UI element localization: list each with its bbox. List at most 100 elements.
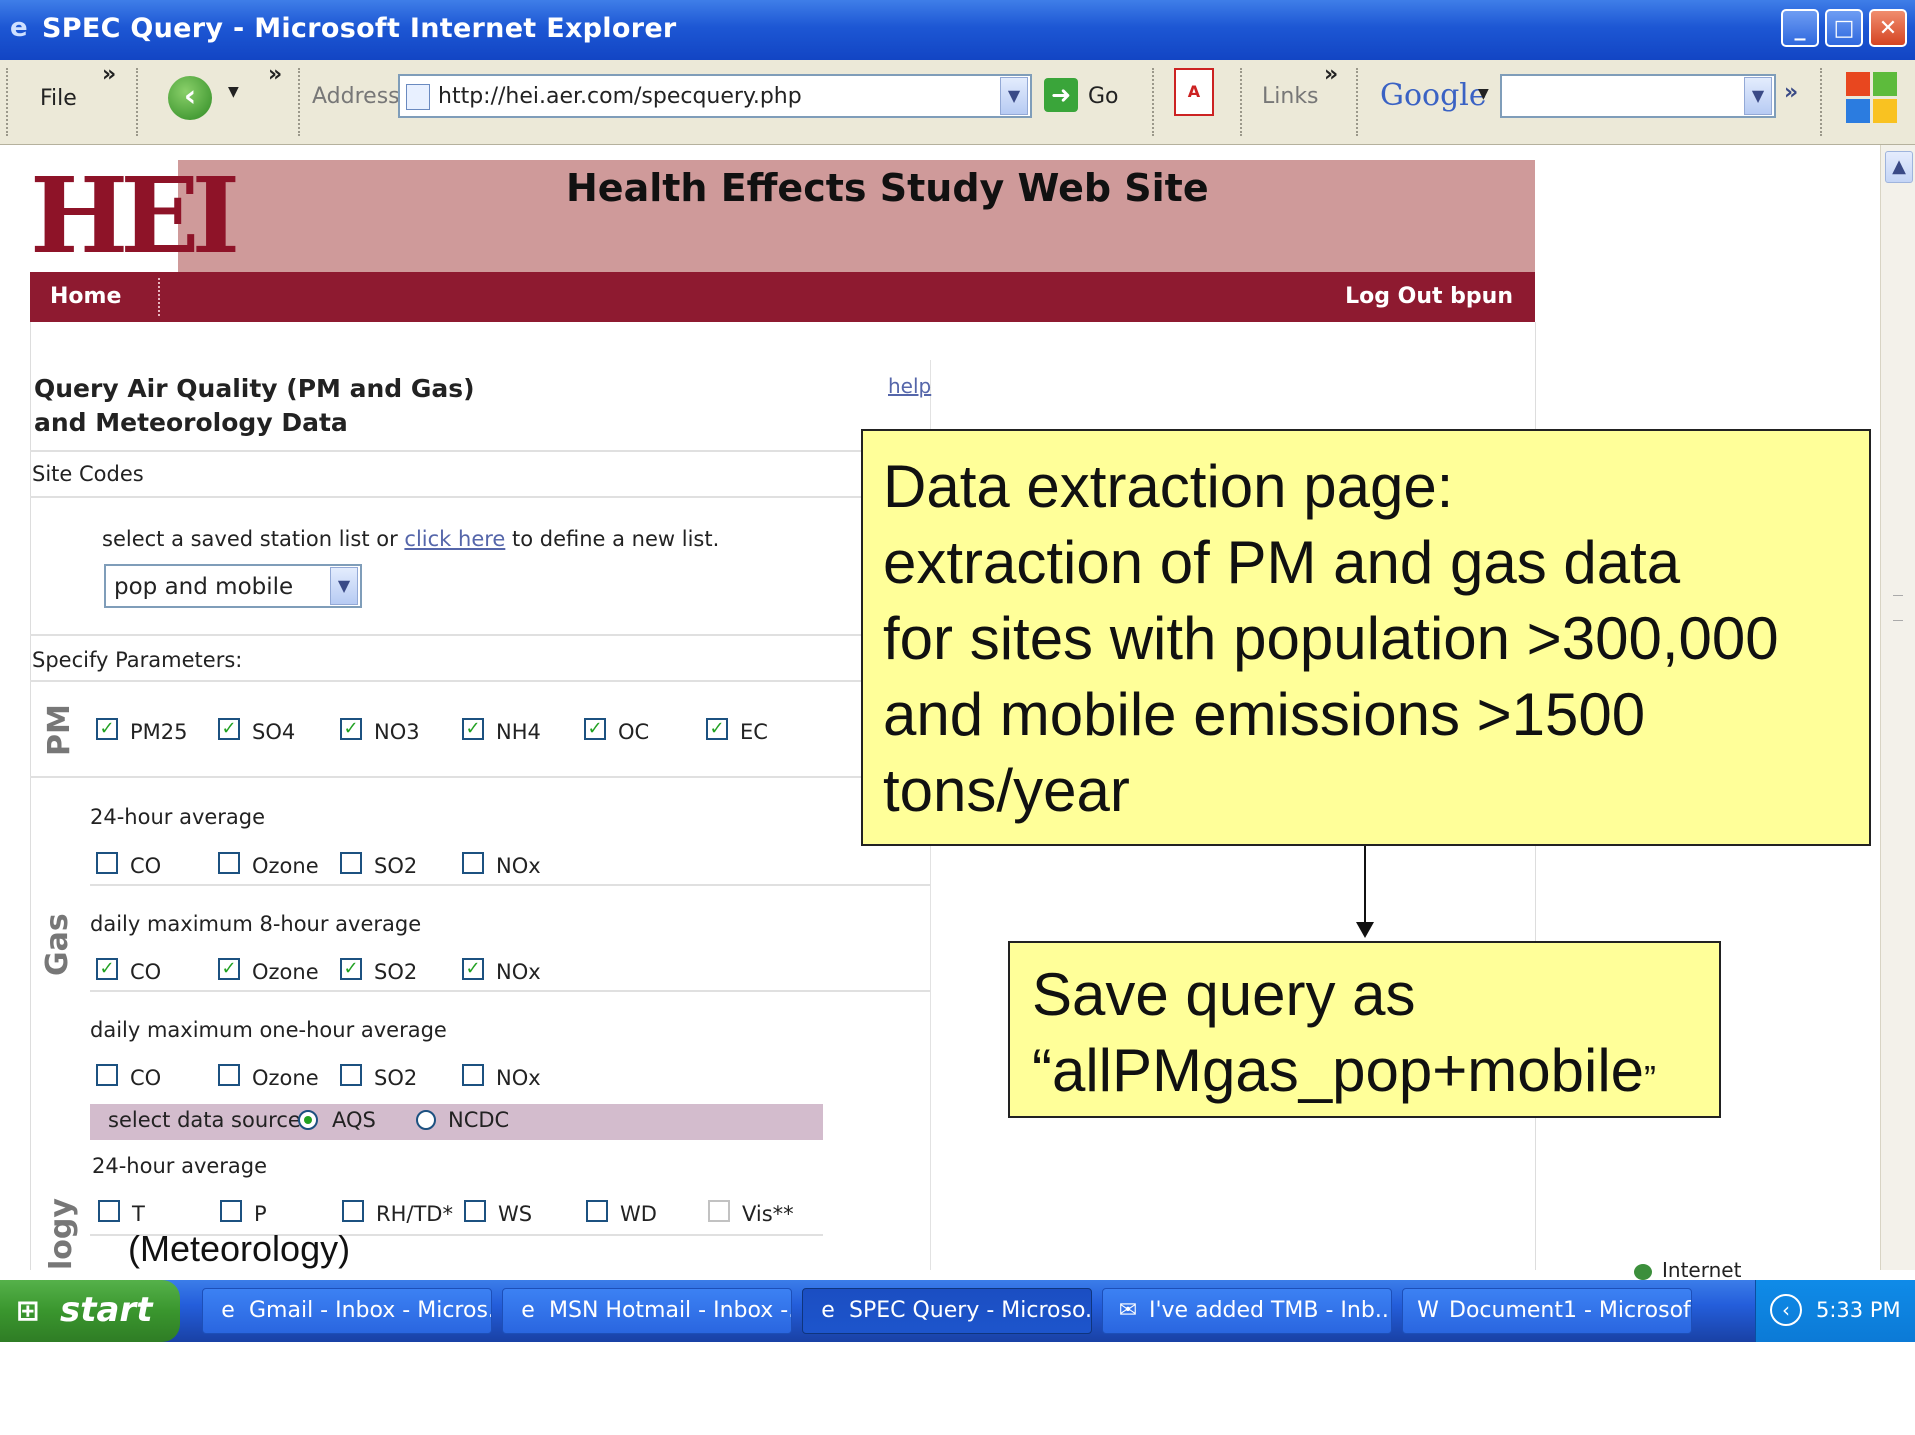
so4-checkbox[interactable]: ✓ (218, 718, 240, 740)
pm25-label: PM25 (130, 720, 188, 744)
maximize-button[interactable]: □ (1825, 9, 1863, 47)
callout-line: Save query as (1032, 961, 1416, 1028)
windows-flag-icon: ⊞ (16, 1294, 40, 1327)
taskbar-item[interactable]: ✉ I've added TMB - Inb... (1102, 1288, 1392, 1334)
google-search-dropdown-icon[interactable]: ▼ (1744, 77, 1772, 115)
ec-checkbox[interactable]: ✓ (706, 718, 728, 740)
gas1h-co-checkbox[interactable] (96, 1064, 118, 1086)
links-chevron[interactable]: » (1324, 62, 1338, 87)
links-label[interactable]: Links (1262, 84, 1319, 109)
toolbar-grip (1240, 68, 1245, 136)
help-link[interactable]: help (888, 374, 931, 398)
toolbar-chevron[interactable]: » (268, 62, 282, 87)
callout-line: for sites with population >300,000 (883, 605, 1779, 672)
pdf-icon[interactable]: A (1174, 68, 1214, 116)
gas1h-so2-checkbox[interactable] (340, 1064, 362, 1086)
gas24-nox-checkbox[interactable] (462, 852, 484, 874)
no3-checkbox[interactable]: ✓ (340, 718, 362, 740)
scroll-grip[interactable] (1893, 595, 1903, 621)
back-dropdown-icon[interactable]: ▼ (228, 84, 239, 100)
address-bar[interactable]: http://hei.aer.com/specquery.php ▼ (398, 74, 1032, 118)
met-vis-checkbox[interactable] (708, 1200, 730, 1222)
oc-checkbox[interactable]: ✓ (584, 718, 606, 740)
taskbar-item-label: SPEC Query - Microso... (849, 1298, 1092, 1323)
address-url[interactable]: http://hei.aer.com/specquery.php (438, 84, 802, 109)
minimize-button[interactable]: _ (1781, 9, 1819, 47)
hei-logo[interactable]: HEI (30, 160, 240, 272)
taskbar-item-active[interactable]: e SPEC Query - Microso... (802, 1288, 1092, 1334)
scroll-up-icon[interactable]: ▲ (1885, 151, 1913, 183)
site-codes-label: Site Codes (32, 462, 144, 486)
file-menu[interactable]: File (40, 86, 77, 111)
ie-icon: e (521, 1298, 535, 1323)
address-dropdown-icon[interactable]: ▼ (1000, 77, 1028, 115)
gas1h-nox-checkbox[interactable] (462, 1064, 484, 1086)
met-wd-checkbox[interactable] (586, 1200, 608, 1222)
gas24-so2-label: SO2 (374, 854, 418, 878)
clock[interactable]: 5:33 PM (1816, 1298, 1901, 1322)
data-source-row: select data source: AQS NCDC (90, 1104, 823, 1140)
oc-label: OC (618, 720, 650, 744)
met-p-checkbox[interactable] (220, 1200, 242, 1222)
gas8h-nox-label: NOx (496, 960, 541, 984)
station-list-value: pop and mobile (114, 574, 294, 600)
gas24-co-checkbox[interactable] (96, 852, 118, 874)
window-title-bar[interactable]: e SPEC Query - Microsoft Internet Explor… (0, 0, 1915, 60)
nav-divider (158, 278, 160, 316)
nav-home-link[interactable]: Home (50, 284, 121, 309)
callout-line: tons/year (883, 757, 1130, 824)
globe-icon (1634, 1264, 1652, 1280)
met-t-label: T (132, 1202, 145, 1226)
google-toolbar-chevron[interactable]: » (1784, 80, 1798, 105)
go-arrow-icon[interactable]: ➜ (1044, 78, 1078, 112)
gas8h-co-checkbox[interactable]: ✓ (96, 958, 118, 980)
tray-expand-icon[interactable]: ‹ (1770, 1294, 1802, 1326)
google-logo[interactable]: Google (1380, 78, 1487, 113)
google-search-input[interactable]: ▼ (1500, 74, 1776, 118)
status-zone: Internet (1662, 1258, 1742, 1282)
chevron-down-icon[interactable]: ▼ (330, 567, 358, 605)
query-title-line2: and Meteorology Data (34, 408, 348, 437)
vertical-scrollbar[interactable]: ▲ (1880, 145, 1915, 1270)
close-button[interactable]: ✕ (1869, 9, 1907, 47)
google-dropdown-icon[interactable]: ▼ (1478, 86, 1489, 102)
aqs-radio[interactable] (298, 1110, 318, 1130)
met-rhtd-checkbox[interactable] (342, 1200, 364, 1222)
specify-parameters-label: Specify Parameters: (32, 648, 243, 672)
ncdc-radio[interactable] (416, 1110, 436, 1130)
pm25-checkbox[interactable]: ✓ (96, 718, 118, 740)
gas1h-ozone-checkbox[interactable] (218, 1064, 240, 1086)
taskbar-item[interactable]: e Gmail - Inbox - Micros... (202, 1288, 492, 1334)
gas24-ozone-checkbox[interactable] (218, 852, 240, 874)
divider (30, 776, 930, 778)
gas24-so2-checkbox[interactable] (340, 852, 362, 874)
taskbar-item[interactable]: W Document1 - Microsof... (1402, 1288, 1692, 1334)
go-button[interactable]: Go (1088, 84, 1119, 109)
gas8h-so2-checkbox[interactable]: ✓ (340, 958, 362, 980)
met-ws-label: WS (498, 1202, 533, 1226)
gas8h-ozone-checkbox[interactable]: ✓ (218, 958, 240, 980)
gas-group-heading: daily maximum 8-hour average (90, 912, 422, 936)
station-prompt: select a saved station list or click her… (102, 527, 719, 551)
menu-chevron[interactable]: » (102, 62, 116, 87)
met-section-label: logy (44, 1198, 79, 1270)
divider (30, 450, 930, 452)
nh4-checkbox[interactable]: ✓ (462, 718, 484, 740)
taskbar-item[interactable]: e MSN Hotmail - Inbox -... (502, 1288, 792, 1334)
met-t-checkbox[interactable] (98, 1200, 120, 1222)
gas8h-ozone-label: Ozone (252, 960, 319, 984)
define-new-list-link[interactable]: click here (404, 527, 505, 551)
station-list-select[interactable]: pop and mobile ▼ (104, 564, 362, 608)
gas8h-nox-checkbox[interactable]: ✓ (462, 958, 484, 980)
back-button[interactable]: ‹ (168, 76, 212, 120)
gas8h-so2-label: SO2 (374, 960, 418, 984)
nav-logout-link[interactable]: Log Out bpun (1345, 284, 1513, 309)
met-ws-checkbox[interactable] (464, 1200, 486, 1222)
callout-connector (1364, 846, 1366, 926)
station-prompt-pre: select a saved station list or (102, 527, 405, 551)
toolbar-grip (6, 68, 11, 136)
start-button[interactable]: ⊞ start (0, 1280, 180, 1342)
address-label: Address (312, 84, 400, 109)
query-title: Query Air Quality (PM and Gas) and Meteo… (34, 372, 475, 440)
data-source-label: select data source: (108, 1108, 308, 1132)
